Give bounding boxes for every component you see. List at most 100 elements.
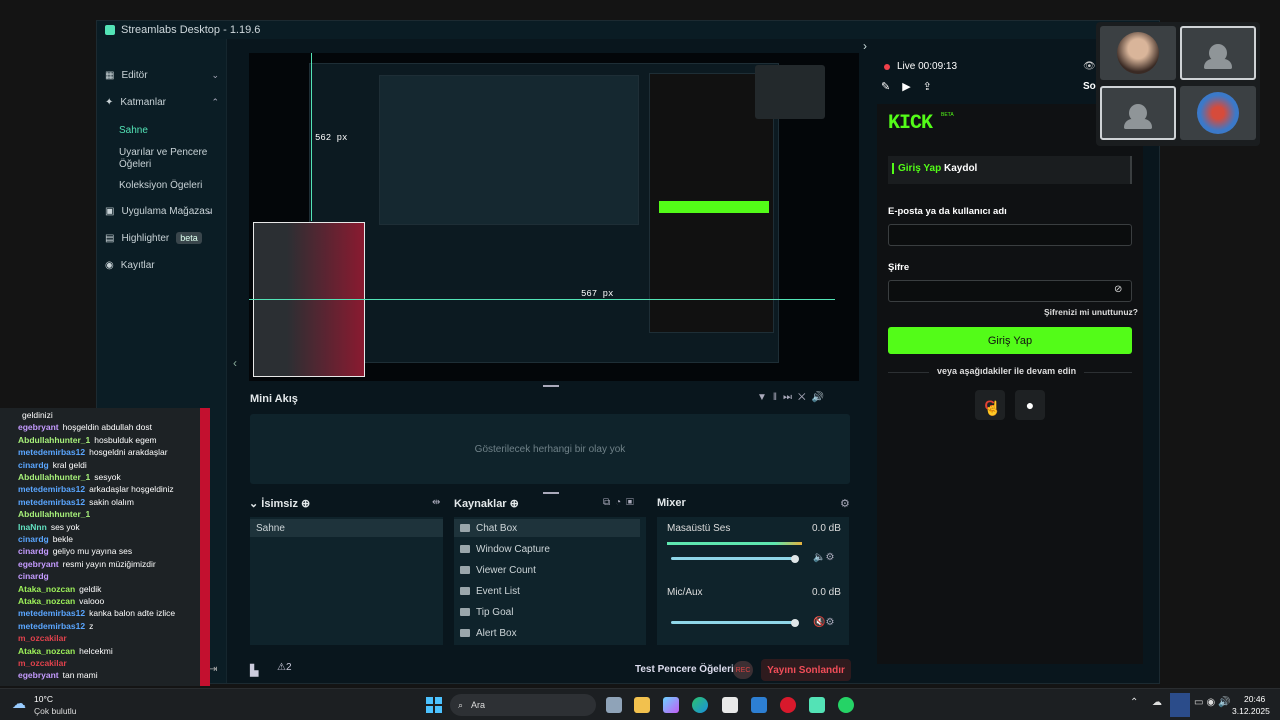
tab-signup[interactable]: Kaydol	[944, 163, 977, 174]
whatsapp-icon[interactable]	[838, 697, 854, 713]
tray-chevron-icon[interactable]: ⌃	[1130, 697, 1138, 708]
highlighter-icon: ▤	[105, 232, 115, 244]
chat-text: valooo	[79, 596, 105, 606]
eye-off-icon[interactable]: ⊘	[1114, 284, 1122, 295]
resize-handle[interactable]	[543, 492, 559, 494]
chat-username[interactable]: Abdullahhunter_1	[18, 435, 90, 445]
chat-username[interactable]: metedemirbas12	[18, 497, 85, 507]
chevron-left-icon[interactable]: ‹	[233, 356, 237, 370]
source-item[interactable]: Event List	[454, 582, 520, 600]
source-item[interactable]: Viewer Count	[454, 561, 536, 579]
onedrive-icon[interactable]: ☁	[1152, 697, 1162, 708]
apple-login-icon[interactable]: ●	[1015, 390, 1045, 420]
sidebar-subitem-scene[interactable]: Sahne	[119, 125, 148, 137]
file-explorer-icon[interactable]	[634, 697, 650, 713]
chevron-right-icon[interactable]: ›	[863, 39, 867, 53]
chat-username[interactable]: egebryant	[18, 559, 59, 569]
feed-controls-icon[interactable]: ▼‖⏭✕🔊	[757, 392, 830, 403]
sidebar-subitem-collection[interactable]: Koleksiyon Ögeleri	[119, 180, 202, 192]
chat-username[interactable]: metedemirbas12	[18, 447, 85, 457]
clock-time[interactable]: 20:46	[1244, 694, 1265, 704]
chat-username[interactable]: cinardg	[18, 571, 49, 581]
outlook-icon[interactable]	[751, 697, 767, 713]
login-button[interactable]: Giriş Yap	[888, 327, 1132, 354]
fader-knob[interactable]	[791, 555, 799, 563]
chat-username[interactable]: m_ozcakilar	[18, 633, 67, 643]
resize-handle[interactable]	[543, 385, 559, 387]
clock-date[interactable]: 3.12.2025	[1232, 706, 1270, 716]
fader-knob[interactable]	[791, 619, 799, 627]
live-tools-icon[interactable]: ✎▶⇪	[881, 80, 944, 93]
chat-username[interactable]: m_ozcakilar	[18, 658, 67, 668]
email-field[interactable]	[888, 224, 1132, 246]
camera-tile[interactable]	[1180, 26, 1256, 80]
tab-login[interactable]: Giriş Yap	[892, 163, 941, 174]
edge-icon[interactable]	[692, 697, 708, 713]
mic-icon[interactable]	[1170, 693, 1190, 717]
camera-tile[interactable]	[1100, 26, 1176, 80]
task-view-icon[interactable]	[606, 697, 622, 713]
scene-item[interactable]: Sahne	[250, 519, 443, 537]
source-item[interactable]: Alert Box	[454, 624, 517, 642]
test-widgets-label[interactable]: Test Pencere Öğeleri	[635, 664, 734, 675]
chat-message: cinardg	[18, 571, 53, 581]
sidebar-item-highlighter[interactable]: ▤ Highlighter beta	[97, 227, 227, 249]
stats-icon[interactable]: ▙	[250, 664, 258, 677]
camera-tile[interactable]	[1100, 86, 1176, 140]
windows-start-icon[interactable]	[426, 697, 442, 713]
chat-username[interactable]: metedemirbas12	[18, 484, 85, 494]
end-stream-button[interactable]: Yayını Sonlandır	[761, 659, 851, 681]
chat-username[interactable]: cinardg	[18, 534, 49, 544]
system-tray-icon[interactable]: ▭◉🔊	[1194, 697, 1234, 708]
sidebar-subitem-alerts[interactable]: Uyarılar ve Pencere Öğeleri	[119, 147, 219, 171]
chat-username[interactable]: Ataka_nozcan	[18, 584, 75, 594]
chat-username[interactable]: Abdullahhunter_1	[18, 472, 90, 482]
speaker-icon[interactable]: 🔈⚙	[813, 552, 834, 563]
streamlabs-taskbar-icon[interactable]	[809, 697, 825, 713]
chat-message: geldinizi	[18, 410, 53, 420]
source-item[interactable]: Tip Goal	[454, 603, 513, 621]
chat-username[interactable]: egebryant	[18, 670, 59, 680]
sidebar-item-recordings[interactable]: ◉ Kayıtlar	[97, 254, 227, 276]
chat-username[interactable]: Abdullahhunter_1	[18, 509, 90, 519]
gear-icon[interactable]: ⚙	[840, 497, 850, 510]
mute-icon[interactable]: 🔇⚙	[813, 617, 834, 628]
chat-text: arkadaşlar hoşgeldiniz	[89, 484, 174, 495]
chat-username[interactable]: metedemirbas12	[18, 621, 85, 631]
sidebar-item-editor[interactable]: ▦ Editör ⌄	[97, 64, 227, 86]
mouse-cursor-icon: ☝	[984, 400, 1002, 416]
sources-toolbar-icon[interactable]: ⧉◔▣	[603, 497, 639, 508]
volume-fader[interactable]	[671, 557, 795, 560]
rec-button[interactable]: REC	[733, 661, 753, 679]
password-label: Şifre	[888, 262, 910, 273]
chat-username[interactable]: cinardg	[18, 546, 49, 556]
forgot-password-link[interactable]: Şifrenizi mi unuttunuz?	[1044, 307, 1138, 317]
volume-fader[interactable]	[671, 621, 795, 624]
camera-tile[interactable]	[1180, 86, 1256, 140]
goal-icon	[460, 608, 470, 616]
chat-username[interactable]: Ataka_nozcan	[18, 646, 75, 656]
source-item[interactable]: Window Capture	[454, 540, 550, 558]
chat-username[interactable]: egebryant	[18, 422, 59, 432]
app-icon[interactable]	[780, 697, 796, 713]
chat-username[interactable]: InaNnn	[18, 522, 47, 532]
scene-transition-icon[interactable]: ⇹	[432, 497, 440, 508]
weather-temp[interactable]: 10°C	[34, 694, 53, 704]
stream-preview[interactable]: 562 px 567 px	[249, 53, 859, 381]
chat-message: Ataka_nozcan helcekmi	[18, 646, 113, 656]
weather-desc[interactable]: Çok bulutlu	[34, 706, 77, 716]
chat-username[interactable]: metedemirbas12	[18, 608, 85, 618]
chat-username[interactable]: Ataka_nozcan	[18, 596, 75, 606]
chat-username[interactable]: cinardg	[18, 460, 49, 470]
collapse-icon[interactable]: ⇥	[209, 664, 217, 675]
copilot-icon[interactable]	[663, 697, 679, 713]
chat-message: Abdullahhunter_1 hosbulduk egem	[18, 435, 157, 445]
sidebar-item-app-store[interactable]: ▣ Uygulama Mağazası ⌄	[97, 200, 227, 222]
password-field[interactable]	[888, 280, 1132, 302]
sidebar-item-layers[interactable]: ✦ Katmanlar ⌃	[97, 91, 227, 113]
store-icon[interactable]	[722, 697, 738, 713]
notifications-icon[interactable]: ⚠2	[277, 662, 292, 673]
search-box[interactable]: ⌕ Ara	[450, 694, 596, 716]
mixer-channel-db: 0.0 dB	[812, 587, 841, 598]
source-item[interactable]: Chat Box	[454, 519, 640, 537]
